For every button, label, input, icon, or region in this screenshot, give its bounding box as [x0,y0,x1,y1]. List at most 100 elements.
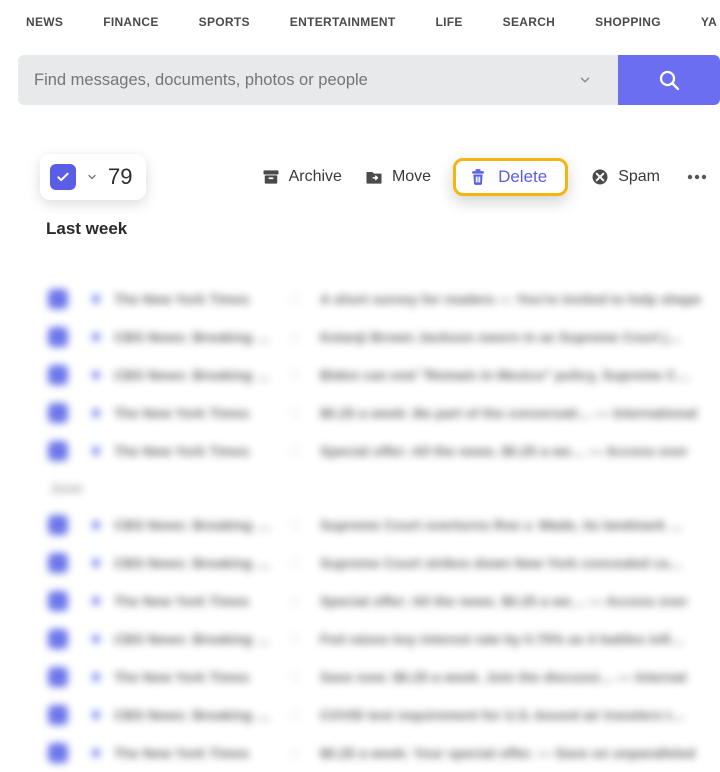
message-row[interactable]: CBS News: Breaking …☆Fed raises key inte… [18,620,720,658]
archive-button[interactable]: Archive [261,167,342,187]
sender: The New York Times [114,669,274,685]
delete-button[interactable]: Delete [453,158,568,196]
star-icon[interactable]: ☆ [288,515,306,535]
message-row[interactable]: The New York Times ☆ $0.25 a week: Be part… [18,394,720,432]
message-row[interactable]: CBS News: Breaking … ☆ COVID test requirem… [18,696,720,734]
move-icon [364,167,384,187]
mail-content: 79 Archive Move [0,116,720,772]
search-button[interactable] [618,55,720,105]
move-label: Move [392,168,431,186]
nav-entertainment[interactable]: ENTERTAINMENT [270,15,416,29]
nav-finance[interactable]: FINANCE [83,15,178,29]
sender: The New York Times [114,443,274,459]
message-row[interactable]: The New York Times☆Special offer: All th… [18,432,720,470]
star-icon[interactable]: ☆ [288,705,306,725]
sender: CBS News: Breaking … [114,517,274,533]
message-row[interactable]: CBS News: Breaking … ☆ Ketanji Brown Jacks… [18,318,720,356]
top-nav: NEWS FINANCE SPORTS ENTERTAINMENT LIFE S… [0,0,720,44]
subject: A short survey for readers — You're invi… [320,291,720,307]
row-checkbox[interactable] [48,365,68,385]
delete-label: Delete [498,167,547,187]
row-checkbox[interactable] [48,629,68,649]
subject: $0.25 a week: Your special offer. — Save… [320,745,720,761]
star-icon[interactable]: ☆ [288,365,306,385]
subject: COVID test requirement for U.S.-bound ai… [320,707,720,723]
subject: Special offer: All the news. $0.25 a we…… [320,593,720,609]
star-icon[interactable]: ☆ [288,743,306,763]
sender: CBS News: Breaking … [114,329,274,345]
chevron-down-icon [578,73,592,87]
row-checkbox[interactable] [48,667,68,687]
row-checkbox[interactable] [48,743,68,763]
search-scope-dropdown[interactable] [568,73,602,87]
message-row[interactable]: CBS News: Breaking … ☆ Supreme Court overt… [18,506,720,544]
subject: Biden can end "Remain in Mexico" policy,… [320,367,720,383]
unread-dot-icon [92,559,100,567]
sender: The New York Times [114,291,274,307]
nav-shopping[interactable]: SHOPPING [575,15,681,29]
message-row[interactable]: The New York Times ☆ $0.25 a week: Your sp… [18,734,720,772]
sender: The New York Times [114,405,274,421]
message-row[interactable]: The New York Times ☆ Special offer: All th… [18,582,720,620]
nav-news[interactable]: NEWS [6,15,83,29]
unread-dot-icon [92,673,100,681]
selection-dropdown[interactable] [84,171,100,183]
sender: The New York Times [114,745,274,761]
star-icon[interactable]: ☆ [288,441,306,461]
star-icon[interactable]: ☆ [288,553,306,573]
unread-dot-icon [92,635,100,643]
spam-icon [590,167,610,187]
row-checkbox[interactable] [48,515,68,535]
subject: Supreme Court overturns Roe v. Wade, its… [320,517,720,533]
unread-dot-icon [92,295,100,303]
selection-count-chip[interactable]: 79 [40,154,146,200]
search-input[interactable] [34,71,568,90]
sender: CBS News: Breaking … [114,367,274,383]
row-checkbox[interactable] [48,289,68,309]
selection-count: 79 [108,164,132,190]
star-icon[interactable]: ☆ [288,327,306,347]
star-icon[interactable]: ☆ [288,629,306,649]
unread-dot-icon [92,371,100,379]
section-header-june: June [18,470,720,506]
spam-button[interactable]: Spam [590,167,660,187]
nav-search[interactable]: SEARCH [483,15,575,29]
row-checkbox[interactable] [48,327,68,347]
archive-icon [261,167,281,187]
nav-life[interactable]: LIFE [415,15,482,29]
search-bar-row [0,44,720,116]
nav-sports[interactable]: SPORTS [179,15,270,29]
unread-dot-icon [92,447,100,455]
nav-more-truncated[interactable]: YA [681,15,720,29]
more-actions-button[interactable] [682,165,712,189]
message-row[interactable]: The New York Times☆Save now: $0.25 a wee… [18,658,720,696]
row-checkbox[interactable] [48,403,68,423]
message-row[interactable]: CBS News: Breaking … ☆ Biden can end "Rema… [18,356,720,394]
archive-label: Archive [289,168,342,186]
star-icon[interactable]: ☆ [288,403,306,423]
sender: CBS News: Breaking … [114,707,274,723]
chevron-down-icon [86,171,98,183]
select-all-checkbox[interactable] [50,164,76,190]
message-row[interactable]: CBS News: Breaking …☆Supreme Court strik… [18,544,720,582]
sender: CBS News: Breaking … [114,555,274,571]
row-checkbox[interactable] [48,441,68,461]
unread-dot-icon [92,333,100,341]
star-icon[interactable]: ☆ [288,591,306,611]
unread-dot-icon [92,409,100,417]
row-checkbox[interactable] [48,591,68,611]
move-button[interactable]: Move [364,167,431,187]
subject: $0.25 a week: Be part of the conversati…… [320,405,720,421]
star-icon[interactable]: ☆ [288,667,306,687]
unread-dot-icon [92,597,100,605]
message-row[interactable]: The New York Times ☆ A short survey for re… [18,280,720,318]
row-checkbox[interactable] [48,553,68,573]
search-icon [657,68,681,92]
row-checkbox[interactable] [48,705,68,725]
star-icon[interactable]: ☆ [288,289,306,309]
search-box[interactable] [18,55,618,105]
sender: The New York Times [114,593,274,609]
unread-dot-icon [92,521,100,529]
toolbar-actions: Archive Move Delete [261,158,720,196]
subject: Ketanji Brown Jackson sworn in as Suprem… [320,329,720,345]
